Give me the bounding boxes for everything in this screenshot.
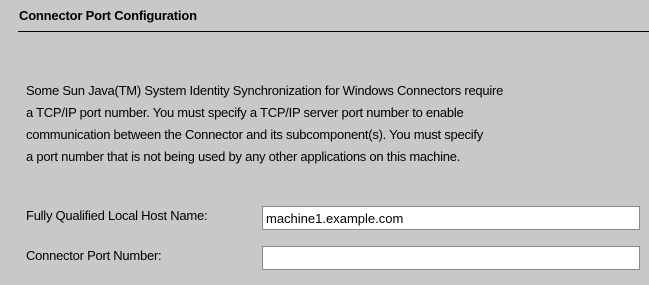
description-line: communication between the Connector and … xyxy=(26,127,483,142)
description-line: Some Sun Java(TM) System Identity Synchr… xyxy=(26,83,504,98)
description-line: a port number that is not being used by … xyxy=(26,149,461,164)
port-number-label: Connector Port Number: xyxy=(26,248,162,263)
host-name-field[interactable] xyxy=(262,206,640,230)
host-name-label: Fully Qualified Local Host Name: xyxy=(26,208,208,223)
description-line: a TCP/IP port number. You must specify a… xyxy=(26,105,464,120)
panel-title: Connector Port Configuration xyxy=(19,8,197,23)
title-divider xyxy=(18,31,649,32)
connector-port-configuration-panel: Connector Port Configuration Some Sun Ja… xyxy=(0,0,649,285)
description-text: Some Sun Java(TM) System Identity Synchr… xyxy=(26,80,646,168)
port-number-field[interactable] xyxy=(262,246,640,270)
